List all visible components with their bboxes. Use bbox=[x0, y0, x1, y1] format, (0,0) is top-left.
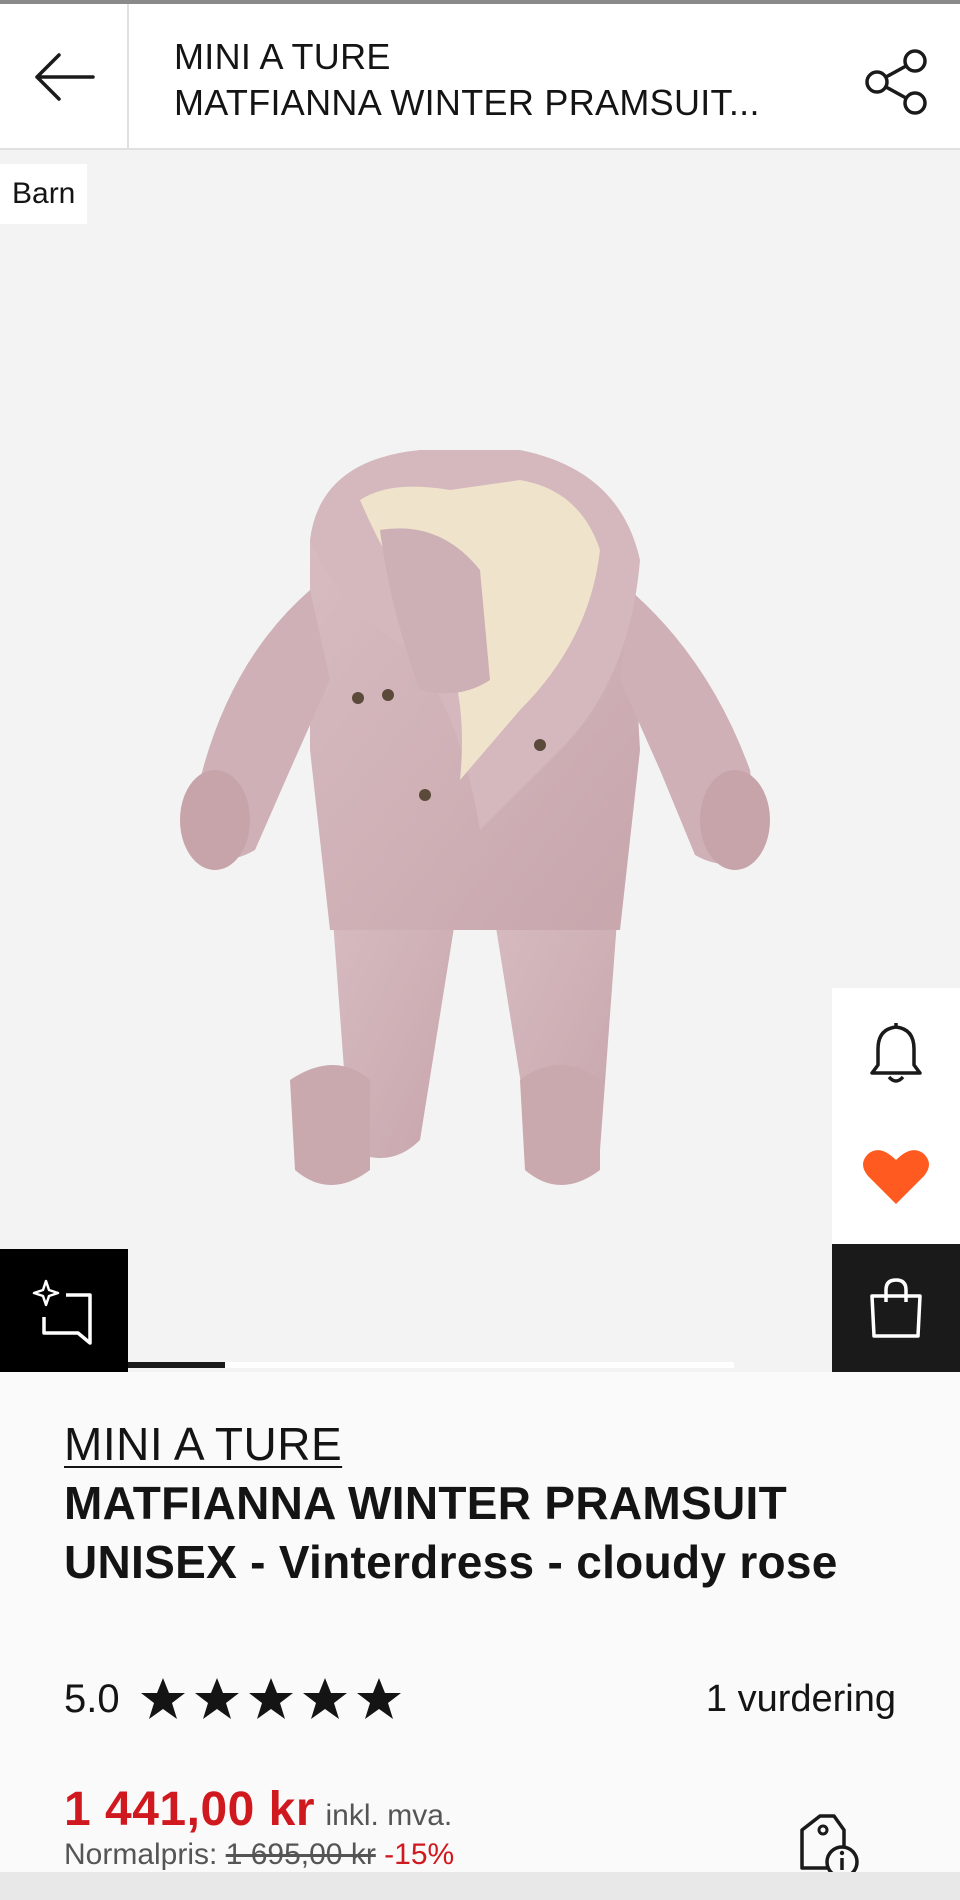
rating-score: 5.0 bbox=[64, 1677, 120, 1721]
bottom-bar bbox=[0, 1872, 960, 1900]
back-button[interactable] bbox=[0, 4, 129, 150]
product-info: MINI A TURE MATFIANNA WINTER PRAMSUIT UN… bbox=[0, 1372, 960, 1879]
star-icon bbox=[195, 1678, 239, 1719]
rating-stars bbox=[140, 1676, 402, 1722]
normal-price-label: Normalpris: bbox=[64, 1838, 218, 1871]
ai-sparkle-icon bbox=[32, 1279, 92, 1345]
add-to-bag-button[interactable] bbox=[832, 1244, 960, 1372]
header-product-title: MATFIANNA WINTER PRAMSUIT... bbox=[174, 82, 760, 123]
review-count[interactable]: 1 vurdering bbox=[706, 1672, 896, 1726]
vat-note: inkl. mva. bbox=[325, 1799, 453, 1832]
normal-price-row: Normalpris: 1 695,00 kr -15% bbox=[64, 1838, 454, 1872]
category-badge: Barn bbox=[0, 164, 88, 224]
ai-fit-button[interactable] bbox=[0, 1249, 128, 1377]
top-bar: MINI A TURE MATFIANNA WINTER PRAMSUIT... bbox=[0, 4, 960, 150]
rating-row[interactable]: 5.0 1 vurdering bbox=[64, 1672, 896, 1726]
discount-badge: -15% bbox=[384, 1838, 455, 1871]
star-icon bbox=[357, 1678, 401, 1719]
star-icon bbox=[303, 1678, 347, 1719]
share-icon[interactable] bbox=[862, 48, 930, 116]
pramsuit-image bbox=[180, 450, 770, 1185]
price-tag-info-icon[interactable] bbox=[798, 1808, 862, 1882]
wishlist-button[interactable] bbox=[832, 1118, 960, 1234]
old-price: 1 695,00 kr bbox=[225, 1838, 376, 1871]
shopping-bag-icon bbox=[870, 1278, 922, 1338]
arrow-left-icon bbox=[34, 53, 95, 101]
star-icon bbox=[141, 1678, 185, 1719]
heart-icon bbox=[863, 1150, 929, 1204]
header-brand: MINI A TURE bbox=[174, 36, 391, 77]
product-gallery[interactable]: Barn bbox=[0, 150, 960, 1372]
brand-link[interactable]: MINI A TURE bbox=[64, 1416, 342, 1472]
bell-icon bbox=[870, 1023, 922, 1083]
star-icon bbox=[249, 1678, 293, 1719]
current-price: 1 441,00 kr bbox=[64, 1783, 316, 1836]
gallery-progress bbox=[128, 1362, 734, 1368]
notify-button[interactable] bbox=[832, 988, 960, 1118]
header-title: MINI A TURE MATFIANNA WINTER PRAMSUIT... bbox=[174, 34, 814, 126]
price-row: 1 441,00 kr inkl. mva. bbox=[64, 1782, 452, 1837]
gallery-progress-fill bbox=[128, 1362, 225, 1368]
product-name: MATFIANNA WINTER PRAMSUIT UNISEX - Vinte… bbox=[64, 1477, 838, 1588]
